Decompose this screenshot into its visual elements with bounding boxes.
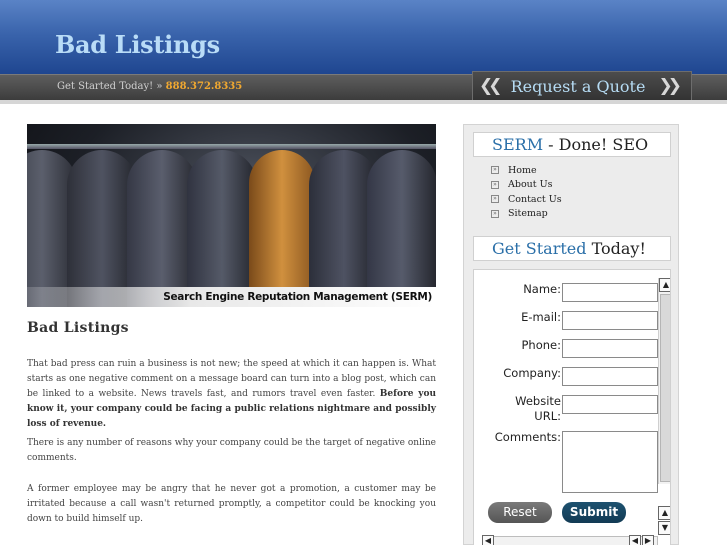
arrow-bullet-icon: »: [491, 166, 499, 175]
email-input[interactable]: [562, 311, 658, 330]
website-label: Website URL:: [515, 394, 561, 423]
paragraph-2: There is any number of reasons why your …: [27, 438, 436, 463]
get-started-box-title: Get Started Today!: [473, 236, 671, 261]
site-header: Bad Listings: [0, 0, 727, 74]
request-quote-button[interactable]: ❮❮ Request a Quote ❯❯: [472, 71, 692, 101]
email-label: E-mail:: [521, 310, 561, 324]
submit-button[interactable]: Submit: [562, 502, 626, 523]
phone-number: 888.372.8335: [165, 81, 243, 92]
phone-label: Phone:: [521, 338, 562, 352]
company-input[interactable]: [562, 367, 658, 386]
site-title[interactable]: Bad Listings: [55, 30, 220, 59]
website-input[interactable]: [562, 395, 658, 414]
scroll-up-icon[interactable]: ▲: [658, 506, 670, 520]
suit-jacket: [367, 150, 436, 307]
scrollbar-thumb[interactable]: [660, 294, 670, 482]
tan-jacket: [249, 150, 315, 307]
form-vertical-scrollbar[interactable]: ▲: [658, 278, 670, 484]
phone-input[interactable]: [562, 339, 658, 358]
paragraph-3: A former employee may be angry that he n…: [27, 484, 436, 524]
hero-image: Search Engine Reputation Management (SER…: [27, 124, 436, 307]
get-started-accent: Get Started: [492, 239, 587, 258]
sidebar-item-about-us[interactable]: » About Us: [491, 178, 562, 193]
serm-title-accent: SERM: [492, 135, 544, 154]
nav-label: Sitemap: [508, 208, 548, 220]
form-horizontal-scrollbar[interactable]: ◀ ◀ ▶: [482, 535, 658, 545]
get-started-rest: Today!: [586, 239, 646, 258]
sidebar-item-contact-us[interactable]: » Contact Us: [491, 192, 562, 207]
scroll-up-icon[interactable]: ▲: [659, 278, 670, 292]
tagline-prefix: Get Started Today! »: [57, 81, 163, 92]
arrow-bullet-icon: »: [491, 180, 499, 189]
sidebar-item-sitemap[interactable]: » Sitemap: [491, 207, 562, 222]
tagline: Get Started Today! » 888.372.8335: [57, 81, 242, 92]
sidebar-item-home[interactable]: » Home: [491, 163, 562, 178]
company-label: Company:: [503, 366, 561, 380]
paragraph-1-text: That bad press can ruin a business is no…: [27, 359, 436, 399]
serm-title-rest: - Done! SEO: [543, 135, 649, 154]
arrow-bullet-icon: »: [491, 195, 499, 204]
chevron-left-icon: ❮❮: [479, 76, 502, 96]
scroll-left-icon[interactable]: ◀: [629, 535, 641, 545]
reset-button[interactable]: Reset: [488, 502, 552, 523]
sidebar: SERM - Done! SEO » Home » About Us » Contac…: [463, 124, 679, 545]
scroll-left-icon[interactable]: ◀: [482, 535, 494, 545]
paragraph-1: That bad press can ruin a business is no…: [27, 357, 436, 432]
chevron-right-icon: ❯❯: [658, 76, 682, 96]
nav-label: About Us: [508, 179, 553, 191]
page-heading: Bad Listings: [27, 320, 129, 336]
nav-label: Home: [508, 164, 537, 176]
serm-box-title: SERM - Done! SEO: [473, 132, 671, 157]
sidebar-nav: » Home » About Us » Contact Us » Sitemap: [491, 163, 562, 221]
header-divider: [0, 100, 727, 104]
name-input[interactable]: [562, 283, 658, 302]
request-quote-label: Request a Quote: [510, 76, 646, 96]
hero-caption: Search Engine Reputation Management (SER…: [27, 287, 436, 307]
contact-form-frame: Name: E-mail: Phone: Company: Website UR…: [473, 269, 671, 545]
comments-label: Comments:: [494, 430, 561, 444]
page-vertical-scrollbar[interactable]: ▲ ▼: [658, 506, 670, 536]
name-label: Name:: [523, 282, 561, 296]
arrow-bullet-icon: »: [491, 209, 499, 218]
suit-jacket: [187, 150, 257, 307]
nav-label: Contact Us: [508, 193, 562, 205]
scroll-right-icon[interactable]: ▶: [642, 535, 654, 545]
scroll-down-icon[interactable]: ▼: [658, 521, 670, 535]
clothes-rail: [27, 144, 436, 149]
comments-textarea[interactable]: [562, 431, 658, 493]
